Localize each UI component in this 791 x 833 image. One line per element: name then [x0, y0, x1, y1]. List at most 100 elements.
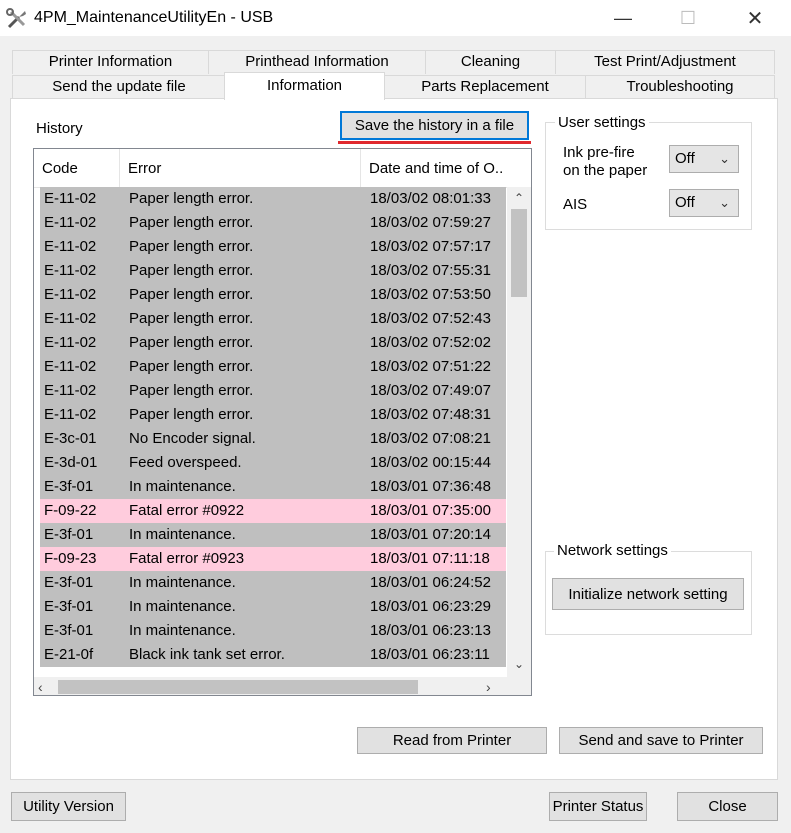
ink-prefire-label: Ink pre-fire on the paper: [563, 144, 647, 180]
cell-code: E-3f-01: [44, 478, 94, 495]
vertical-scrollbar[interactable]: ⌃ ⌄: [507, 187, 531, 677]
cell-code: E-11-02: [44, 214, 97, 231]
cell-date: 18/03/02 07:57:17: [370, 238, 491, 255]
tab-parts-replacement[interactable]: Parts Replacement: [384, 75, 586, 99]
horizontal-scroll-thumb[interactable]: [58, 680, 418, 694]
chevron-left-icon[interactable]: ‹: [38, 677, 54, 695]
table-row[interactable]: E-11-02 Paper length error. 18/03/02 07:57…: [40, 235, 506, 259]
column-header-date[interactable]: Date and time of O..: [361, 149, 507, 187]
table-row[interactable]: E-11-02 Paper length error. 18/03/02 07:55…: [40, 259, 506, 283]
chevron-down-icon[interactable]: ⌄: [507, 655, 531, 675]
cell-code: E-11-02: [44, 190, 97, 207]
cell-date: 18/03/02 07:08:21: [370, 430, 491, 447]
table-row[interactable]: E-3f-01 In maintenance. 18/03/01 06:23:13: [40, 619, 506, 643]
ink-prefire-value: Off: [675, 150, 695, 167]
history-label: History: [36, 120, 83, 137]
horizontal-scrollbar[interactable]: ‹ ›: [34, 677, 531, 695]
tools-icon: [6, 8, 26, 29]
window-title: 4PM_MaintenanceUtilityEn - USB: [34, 9, 274, 26]
cell-date: 18/03/02 07:55:31: [370, 262, 491, 279]
column-header-error[interactable]: Error: [120, 149, 361, 187]
cell-code: E-11-02: [44, 382, 97, 399]
table-row[interactable]: E-3f-01 In maintenance. 18/03/01 06:23:29: [40, 595, 506, 619]
tab-information[interactable]: Information: [224, 72, 385, 100]
cell-error: Feed overspeed.: [129, 454, 242, 471]
close-window-button[interactable]: ✕: [732, 0, 778, 36]
ink-prefire-select[interactable]: Off ⌄: [669, 145, 739, 173]
cell-code: E-11-02: [44, 262, 97, 279]
cell-error: Paper length error.: [129, 334, 254, 351]
cell-error: Black ink tank set error.: [129, 646, 285, 663]
table-row[interactable]: E-3f-01 In maintenance. 18/03/01 06:24:52: [40, 571, 506, 595]
utility-version-button[interactable]: Utility Version: [11, 792, 126, 821]
table-row[interactable]: E-3f-01 In maintenance. 18/03/01 07:20:14: [40, 523, 506, 547]
cell-date: 18/03/01 06:23:11: [370, 646, 490, 663]
table-row[interactable]: E-11-02 Paper length error. 18/03/02 08:01…: [40, 187, 506, 211]
tab-test-print-adjustment[interactable]: Test Print/Adjustment: [555, 50, 775, 74]
cell-code: E-21-0f: [44, 646, 94, 663]
history-list[interactable]: Code Error Date and time of O.. E-11-02 P…: [33, 148, 532, 696]
cell-error: Paper length error.: [129, 238, 254, 255]
table-row[interactable]: E-11-02 Paper length error. 18/03/02 07:49…: [40, 379, 506, 403]
cell-code: E-3c-01: [44, 430, 97, 447]
tab-printhead-information[interactable]: Printhead Information: [208, 50, 426, 74]
cell-date: 18/03/02 00:15:44: [370, 454, 491, 471]
tab-cleaning[interactable]: Cleaning: [425, 50, 556, 74]
cell-error: Paper length error.: [129, 286, 254, 303]
initialize-network-button[interactable]: Initialize network setting: [552, 578, 744, 610]
chevron-down-icon: ⌄: [719, 151, 730, 166]
tab-printer-information[interactable]: Printer Information: [12, 50, 209, 74]
table-row[interactable]: E-11-02 Paper length error. 18/03/02 07:52…: [40, 331, 506, 355]
cell-error: In maintenance.: [129, 478, 236, 495]
cell-date: 18/03/02 07:48:31: [370, 406, 491, 423]
cell-error: In maintenance.: [129, 574, 236, 591]
table-row[interactable]: E-21-0f Black ink tank set error. 18/03/01…: [40, 643, 506, 667]
ais-select[interactable]: Off ⌄: [669, 189, 739, 217]
cell-error: Fatal error #0923: [129, 550, 245, 567]
table-row[interactable]: E-11-02 Paper length error. 18/03/02 07:51…: [40, 355, 506, 379]
table-row[interactable]: E-3f-01 In maintenance. 18/03/01 07:36:48: [40, 475, 506, 499]
table-row[interactable]: E-3d-01 Feed overspeed. 18/03/02 00:15:44: [40, 451, 506, 475]
table-row[interactable]: E-11-02 Paper length error. 18/03/02 07:52…: [40, 307, 506, 331]
cell-error: Fatal error #0922: [129, 502, 245, 519]
chevron-up-icon[interactable]: ⌃: [507, 187, 531, 207]
ais-label: AIS: [563, 196, 588, 213]
vertical-scroll-thumb[interactable]: [511, 209, 527, 297]
cell-date: 18/03/01 07:11:18: [370, 550, 490, 567]
cell-code: E-3f-01: [44, 622, 94, 639]
cell-date: 18/03/01 07:20:14: [370, 526, 491, 543]
cell-code: E-3f-01: [44, 598, 94, 615]
cell-date: 18/03/02 07:52:43: [370, 310, 491, 327]
cell-code: E-11-02: [44, 334, 97, 351]
printer-status-button[interactable]: Printer Status: [549, 792, 647, 821]
maximize-button[interactable]: ☐: [665, 0, 711, 36]
table-row[interactable]: E-3c-01 No Encoder signal. 18/03/02 07:08:…: [40, 427, 506, 451]
title-bar: 4PM_MaintenanceUtilityEn - USB — ☐ ✕: [0, 0, 791, 36]
cell-code: E-11-02: [44, 286, 97, 303]
cell-date: 18/03/02 07:52:02: [370, 334, 491, 351]
list-header: Code Error Date and time of O..: [34, 149, 531, 188]
cell-code: E-3f-01: [44, 574, 94, 591]
save-history-button[interactable]: Save the history in a file: [340, 111, 529, 140]
table-row[interactable]: F-09-22 Fatal error #0922 18/03/01 07:35:0…: [40, 499, 506, 523]
cell-date: 18/03/02 08:01:33: [370, 190, 491, 207]
table-row[interactable]: E-11-02 Paper length error. 18/03/02 07:59…: [40, 211, 506, 235]
minimize-button[interactable]: —: [600, 0, 646, 36]
chevron-right-icon[interactable]: ›: [486, 677, 502, 695]
table-row[interactable]: E-11-02 Paper length error. 18/03/02 07:48…: [40, 403, 506, 427]
send-save-printer-button[interactable]: Send and save to Printer: [559, 727, 763, 754]
save-button-underline: [338, 141, 531, 144]
column-header-code[interactable]: Code: [34, 149, 120, 187]
read-from-printer-button[interactable]: Read from Printer: [357, 727, 547, 754]
cell-code: E-11-02: [44, 406, 97, 423]
table-row[interactable]: F-09-23 Fatal error #0923 18/03/01 07:11:1…: [40, 547, 506, 571]
cell-code: F-09-22: [44, 502, 97, 519]
cell-error: In maintenance.: [129, 526, 236, 543]
cell-error: Paper length error.: [129, 310, 254, 327]
table-row[interactable]: E-11-02 Paper length error. 18/03/02 07:53…: [40, 283, 506, 307]
cell-date: 18/03/02 07:51:22: [370, 358, 491, 375]
tab-send-update-file[interactable]: Send the update file: [12, 75, 226, 99]
close-button[interactable]: Close: [677, 792, 778, 821]
tab-troubleshooting[interactable]: Troubleshooting: [585, 75, 775, 99]
user-settings-title: User settings: [555, 114, 649, 131]
